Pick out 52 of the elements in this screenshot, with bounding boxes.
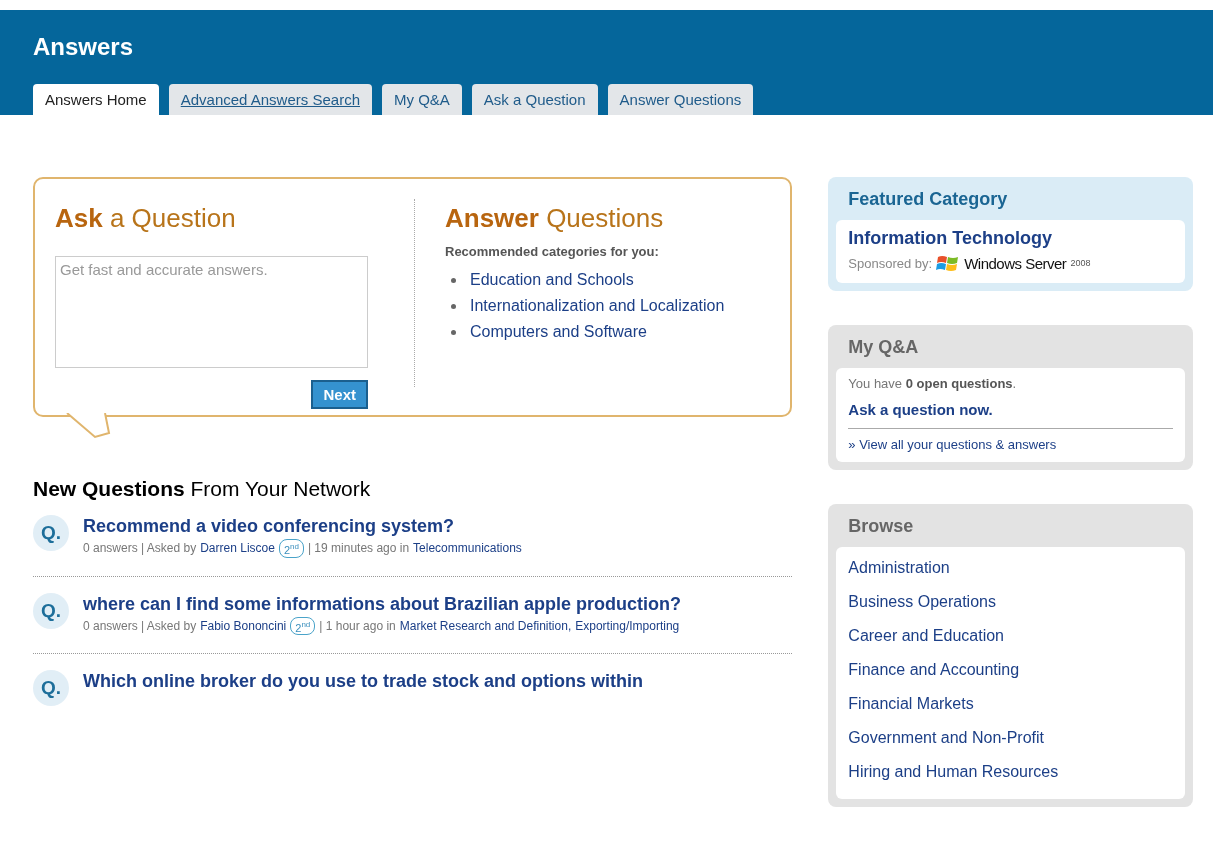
question-link[interactable]: where can I find some informations about Brazilian apple production?	[83, 590, 682, 617]
ask-heading: Ask a Question	[55, 203, 237, 234]
category-link[interactable]: Telecommunications	[413, 539, 522, 558]
category-link[interactable]: Computers and Software	[470, 323, 647, 341]
browse-link[interactable]: Financial Markets	[848, 687, 1173, 721]
category-link[interactable]: Information Technology	[848, 228, 1173, 249]
category-link[interactable]: Market Research and Definition,	[399, 617, 572, 635]
question-link[interactable]: Recommend a video conferencing system?	[83, 513, 522, 539]
tab[interactable]: Answers Home	[33, 84, 159, 115]
question-field[interactable]: Get fast and accurate answers.	[55, 256, 368, 368]
category-link[interactable]: Education and Schools	[470, 271, 634, 289]
asker-link[interactable]: Darren Liscoe	[200, 539, 275, 558]
question-link[interactable]: Which online broker do you use to trade stock and options within	[83, 668, 644, 695]
browse-link[interactable]: Government and Non-Profit	[848, 721, 1173, 755]
bullet-icon	[451, 277, 456, 283]
view-all-link[interactable]: » View all your questions & answers	[848, 437, 1173, 452]
degree-badge: 2$^{nd}$	[290, 616, 316, 636]
browse-link[interactable]: Administration	[848, 551, 1173, 585]
page-title: Answers	[33, 32, 135, 61]
browse-link[interactable]: Hiring and Human Resources	[848, 755, 1173, 789]
sponsor-year: 2008	[1070, 258, 1091, 268]
bullet-icon	[451, 329, 456, 335]
degree-badge: 2$^{nd}$	[278, 539, 304, 558]
question-time: | 1 hour ago in	[319, 618, 396, 635]
sponsored-label: Sponsored by:	[848, 255, 933, 271]
question-mark-icon: Q.	[33, 592, 69, 629]
category-link[interactable]: Internationalization and Localization	[470, 297, 725, 315]
tab[interactable]: Advanced Answers Search	[168, 84, 372, 115]
panel-heading: Featured Category	[847, 188, 1009, 211]
open-questions-text: You have 0 open questions.	[848, 376, 1018, 391]
panel-heading: My Q&A	[847, 336, 920, 359]
question-meta: 0 answers | Asked by	[83, 618, 197, 635]
category-link[interactable]: Exporting/Importing	[575, 617, 680, 635]
panel-heading: Browse	[847, 515, 915, 538]
question-meta: 0 answers | Asked by	[83, 540, 197, 558]
recommended-label: Recommended categories for you:	[445, 244, 660, 259]
question-mark-icon: Q.	[33, 515, 69, 551]
bullet-icon	[451, 303, 456, 309]
tab[interactable]: Answer Questions	[607, 84, 754, 115]
sponsor-logo-text: Windows Server	[964, 254, 1067, 272]
question-time: | 19 minutes ago in	[307, 540, 410, 558]
tab[interactable]: My Q&A	[382, 84, 462, 115]
windows-flag-icon	[936, 253, 961, 273]
asker-link[interactable]: Fabio Bononcini	[200, 617, 287, 635]
question-mark-icon: Q.	[33, 670, 69, 707]
section-heading: New Questions From Your Network	[33, 477, 372, 501]
answer-heading: Answer Questions	[445, 203, 665, 234]
ask-now-link[interactable]: Ask a question now.	[848, 401, 1173, 418]
browse-link[interactable]: Career and Education	[848, 619, 1173, 653]
browse-link[interactable]: Business Operations	[848, 585, 1173, 619]
browse-link[interactable]: Finance and Accounting	[848, 653, 1173, 687]
tab[interactable]: Ask a Question	[471, 84, 598, 115]
